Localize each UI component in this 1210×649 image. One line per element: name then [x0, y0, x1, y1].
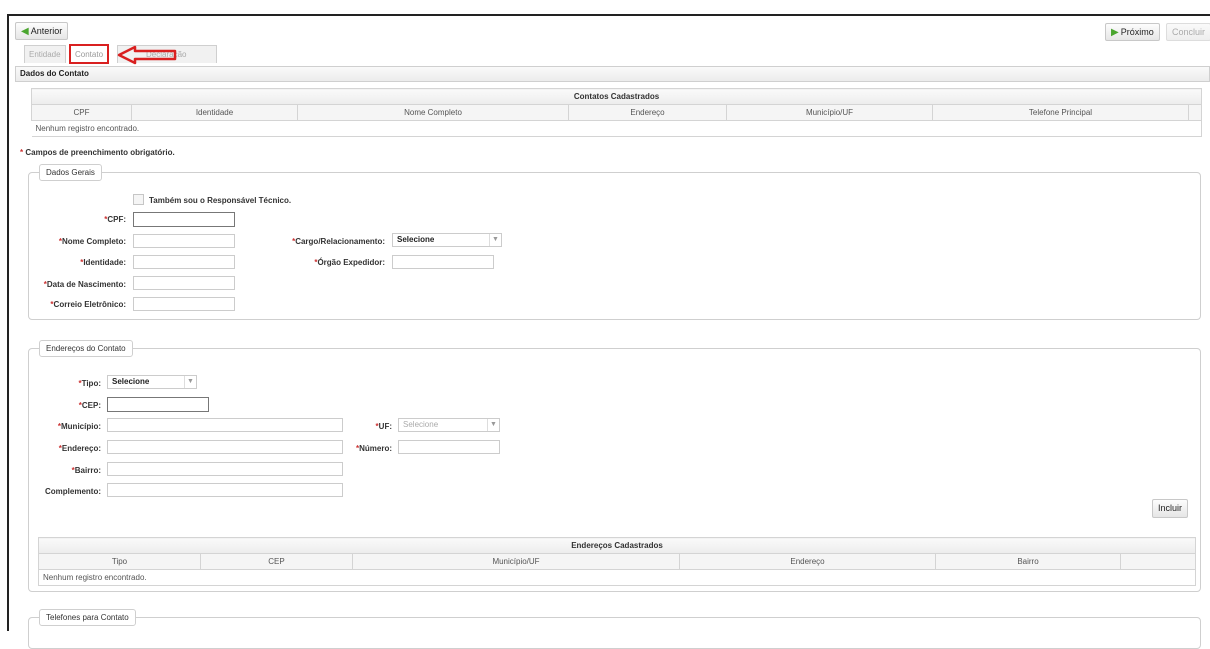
- identity-input[interactable]: [133, 255, 235, 269]
- issuer-input[interactable]: [392, 255, 494, 269]
- contacts-table-caption: Contatos Cadastrados: [30, 88, 1203, 105]
- type-select-value: Selecione: [112, 377, 150, 386]
- type-label-text: Tipo:: [81, 379, 101, 388]
- street-label-text: Endereço:: [61, 444, 101, 453]
- empty-row: Nenhum registro encontrado.: [38, 569, 1196, 586]
- column-header: Tipo: [38, 553, 201, 570]
- email-label-text: Correio Eletrônico:: [53, 300, 126, 309]
- street-label: *Endereço:: [20, 444, 101, 453]
- chevron-down-icon: ▼: [489, 234, 501, 246]
- column-header: Município/UF: [352, 553, 680, 570]
- column-header: CPF: [31, 104, 132, 121]
- role-label-text: Cargo/Relacionamento:: [295, 237, 385, 246]
- contacts-table: Contatos Cadastrados CPF Identidade Nome…: [30, 88, 1203, 137]
- general-legend: Dados Gerais: [39, 164, 102, 181]
- column-header-spacer: [1187, 104, 1203, 121]
- column-header: Telefone Principal: [932, 104, 1189, 121]
- full-name-input[interactable]: [133, 234, 235, 248]
- annotation-arrow-icon: [117, 45, 177, 65]
- responsible-checkbox[interactable]: [133, 194, 144, 205]
- address-table: Endereços Cadastrados Tipo CEP Município…: [38, 537, 1196, 586]
- tab-entidade-label: Entidade: [29, 50, 61, 59]
- city-label-text: Município:: [61, 422, 101, 431]
- column-header: Nome Completo: [297, 104, 569, 121]
- identity-label: *Identidade:: [20, 258, 126, 267]
- cpf-label: *CPF:: [20, 215, 126, 224]
- next-button[interactable]: ▶ Próximo: [1105, 23, 1160, 41]
- number-label: *Número:: [350, 444, 392, 453]
- required-note: * Campos de preenchimento obrigatório.: [20, 148, 175, 157]
- responsible-checkbox-label: Também sou o Responsável Técnico.: [149, 196, 292, 205]
- birth-date-label: *Data de Nascimento:: [20, 280, 126, 289]
- full-name-label-text: Nome Completo:: [62, 237, 126, 246]
- issuer-label: *Órgão Expedidor:: [240, 258, 385, 267]
- previous-label: Anterior: [30, 26, 63, 36]
- full-name-label: *Nome Completo:: [20, 237, 126, 246]
- birth-date-input[interactable]: [133, 276, 235, 290]
- cep-label: *CEP:: [20, 401, 101, 410]
- contacts-table-header: CPF Identidade Nome Completo Endereço Mu…: [31, 104, 1203, 121]
- cep-label-text: CEP:: [81, 401, 101, 410]
- chevron-down-icon: ▼: [184, 376, 196, 388]
- column-header: CEP: [200, 553, 353, 570]
- district-label: *Bairro:: [20, 466, 101, 475]
- column-header-spacer: [1120, 553, 1196, 570]
- district-label-text: Bairro:: [74, 466, 101, 475]
- type-label: *Tipo:: [20, 379, 101, 388]
- number-label-text: Número:: [359, 444, 392, 453]
- next-label: Próximo: [1120, 27, 1154, 37]
- chevron-down-icon: ▼: [487, 419, 499, 431]
- address-legend: Endereços do Contato: [39, 340, 133, 357]
- empty-row: Nenhum registro encontrado.: [31, 120, 1203, 137]
- birth-date-label-text: Data de Nascimento:: [46, 280, 126, 289]
- type-select[interactable]: Selecione ▼: [107, 375, 197, 389]
- issuer-label-text: Órgão Expedidor:: [317, 258, 385, 267]
- column-header: Município/UF: [726, 104, 933, 121]
- column-header: Endereço: [568, 104, 727, 121]
- tab-entidade[interactable]: Entidade: [24, 45, 66, 63]
- district-input[interactable]: [107, 462, 343, 476]
- email-input[interactable]: [133, 297, 235, 311]
- add-address-button[interactable]: Incluir: [1152, 499, 1189, 518]
- column-header: Identidade: [131, 104, 298, 121]
- tab-contato-label: Contato: [75, 50, 104, 59]
- uf-select-value: Selecione: [403, 420, 439, 429]
- arrow-left-icon: ◀: [21, 26, 29, 37]
- complement-input[interactable]: [107, 483, 343, 497]
- arrow-right-icon: ▶: [1111, 27, 1119, 38]
- address-table-header: Tipo CEP Município/UF Endereço Bairro: [38, 553, 1196, 570]
- identity-label-text: Identidade:: [83, 258, 126, 267]
- phones-legend: Telefones para Contato: [39, 609, 136, 626]
- finish-button[interactable]: Concluir: [1166, 23, 1210, 41]
- email-label: *Correio Eletrônico:: [20, 300, 126, 309]
- complement-label: Complemento:: [45, 487, 101, 496]
- phones-fieldset: Telefones para Contato: [28, 609, 1201, 649]
- role-select-value: Selecione: [397, 235, 435, 244]
- uf-select[interactable]: Selecione ▼: [398, 418, 500, 432]
- role-label: *Cargo/Relacionamento:: [240, 237, 385, 246]
- panel-title: Dados do Contato: [15, 66, 1210, 82]
- uf-label-text: UF:: [378, 422, 392, 431]
- cpf-input[interactable]: [133, 212, 235, 227]
- uf-label: *UF:: [350, 422, 392, 431]
- role-select[interactable]: Selecione ▼: [392, 233, 502, 247]
- finish-label: Concluir: [1172, 27, 1206, 37]
- number-input[interactable]: [398, 440, 500, 454]
- cep-input[interactable]: [107, 397, 209, 412]
- city-label: *Município:: [20, 422, 101, 431]
- previous-button[interactable]: ◀ Anterior: [15, 22, 69, 40]
- column-header: Endereço: [679, 553, 936, 570]
- city-input[interactable]: [107, 418, 343, 432]
- address-table-caption: Endereços Cadastrados: [38, 537, 1196, 554]
- required-text: Campos de preenchimento obrigatório.: [23, 148, 175, 157]
- tab-contato[interactable]: Contato: [68, 44, 110, 64]
- cpf-label-text: CPF:: [107, 215, 126, 224]
- column-header: Bairro: [935, 553, 1121, 570]
- street-input[interactable]: [107, 440, 343, 454]
